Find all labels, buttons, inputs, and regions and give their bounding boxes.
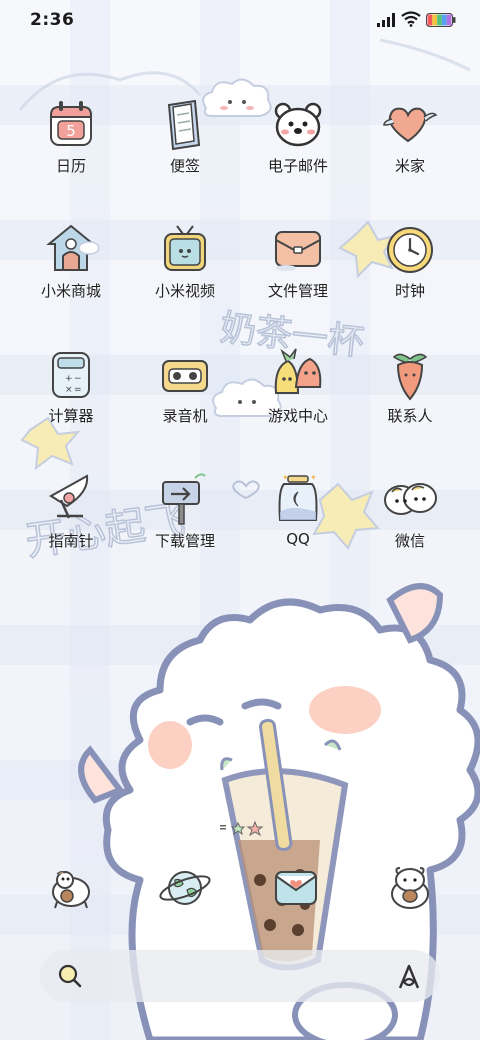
contacts-icon bbox=[380, 345, 440, 405]
battery-stripe bbox=[446, 14, 452, 26]
app-label: 米家 bbox=[394, 157, 425, 175]
app-label: 微信 bbox=[394, 532, 425, 550]
app-label: QQ bbox=[286, 530, 310, 548]
app-calculator[interactable]: + − × = 计算器 bbox=[16, 345, 126, 455]
app-recorder[interactable]: 录音机 bbox=[130, 345, 240, 455]
app-calendar[interactable]: 5 日历 bbox=[16, 95, 126, 205]
app-label: 电子邮件 bbox=[267, 157, 328, 175]
dock-browser[interactable] bbox=[155, 858, 215, 918]
app-download-manager[interactable]: 下载管理 bbox=[130, 470, 240, 580]
app-label: 小米商城 bbox=[40, 282, 101, 300]
battery-stripe bbox=[437, 14, 442, 26]
app-file-manager[interactable]: 文件管理 bbox=[243, 220, 353, 330]
battery-stripe bbox=[441, 14, 447, 26]
notes-icon bbox=[155, 95, 215, 155]
file-manager-icon bbox=[268, 220, 328, 280]
wifi-icon bbox=[401, 11, 421, 27]
battery-stripe bbox=[427, 14, 433, 26]
app-game-center[interactable]: 游戏中心 bbox=[243, 345, 353, 455]
email-icon bbox=[268, 95, 328, 155]
mi-store-icon bbox=[41, 220, 101, 280]
app-label: 计算器 bbox=[48, 407, 94, 425]
app-mi-store[interactable]: 小米商城 bbox=[16, 220, 126, 330]
app-label: 下载管理 bbox=[154, 532, 215, 550]
download-manager-icon bbox=[155, 470, 215, 530]
app-label: 游戏中心 bbox=[267, 407, 328, 425]
qq-icon: ✦ ✦ bbox=[268, 470, 328, 530]
wechat-icon bbox=[380, 470, 440, 530]
dock-messages[interactable] bbox=[266, 858, 326, 918]
app-notes[interactable]: 便签 bbox=[130, 95, 240, 205]
status-bar: 2:36 bbox=[0, 0, 480, 42]
svg-text:✦: ✦ bbox=[282, 473, 289, 482]
app-email[interactable]: 电子邮件 bbox=[243, 95, 353, 205]
app-label: 联系人 bbox=[387, 407, 433, 425]
app-label: 便签 bbox=[169, 157, 200, 175]
app-clock[interactable]: 时钟 bbox=[355, 220, 465, 330]
game-center-icon bbox=[268, 345, 328, 405]
page-indicator[interactable] bbox=[218, 820, 264, 836]
xiaoai-assistant-icon[interactable] bbox=[394, 962, 424, 992]
app-label: 录音机 bbox=[162, 407, 208, 425]
mijia-icon bbox=[380, 95, 440, 155]
app-mijia[interactable]: 米家 bbox=[355, 95, 465, 205]
app-label: 日历 bbox=[55, 157, 86, 175]
calendar-date-number: 5 bbox=[66, 122, 76, 140]
app-label: 指南针 bbox=[48, 532, 94, 550]
dock-phone[interactable] bbox=[41, 858, 101, 918]
recorder-icon bbox=[155, 345, 215, 405]
app-contacts[interactable]: 联系人 bbox=[355, 345, 465, 455]
dock-camera[interactable] bbox=[380, 858, 440, 918]
camera-icon bbox=[391, 867, 429, 909]
status-time: 2:36 bbox=[30, 10, 75, 30]
app-wechat[interactable]: 微信 bbox=[355, 470, 465, 580]
browser-icon bbox=[159, 871, 211, 905]
svg-text:+: + bbox=[65, 374, 73, 384]
app-mi-video[interactable]: 小米视频 bbox=[130, 220, 240, 330]
messages-icon bbox=[275, 871, 317, 905]
search-icon[interactable] bbox=[56, 962, 84, 990]
svg-text:−: − bbox=[74, 374, 82, 384]
home-screen: 奶茶一杯 开心起飞 2:36 5 日历 便签 电子邮件 米家 小米商城 小米视频… bbox=[0, 0, 480, 1040]
battery-stripe bbox=[432, 14, 438, 26]
app-compass[interactable]: 指南针 bbox=[16, 470, 126, 580]
search-bar[interactable] bbox=[40, 950, 440, 1002]
mi-video-icon bbox=[155, 220, 215, 280]
svg-text:×: × bbox=[65, 385, 73, 395]
clock-icon bbox=[380, 220, 440, 280]
cellular-signal-icon bbox=[377, 13, 395, 27]
app-qq[interactable]: ✦ ✦ QQ bbox=[243, 470, 353, 580]
app-label: 小米视频 bbox=[154, 282, 215, 300]
calculator-icon: + − × = bbox=[41, 345, 101, 405]
battery-icon bbox=[426, 13, 456, 27]
calendar-icon: 5 bbox=[41, 95, 101, 155]
app-label: 时钟 bbox=[394, 282, 425, 300]
svg-text:✦: ✦ bbox=[310, 473, 317, 482]
compass-icon bbox=[41, 470, 101, 530]
app-label: 文件管理 bbox=[267, 282, 328, 300]
svg-text:=: = bbox=[74, 385, 82, 395]
phone-icon bbox=[52, 871, 90, 909]
